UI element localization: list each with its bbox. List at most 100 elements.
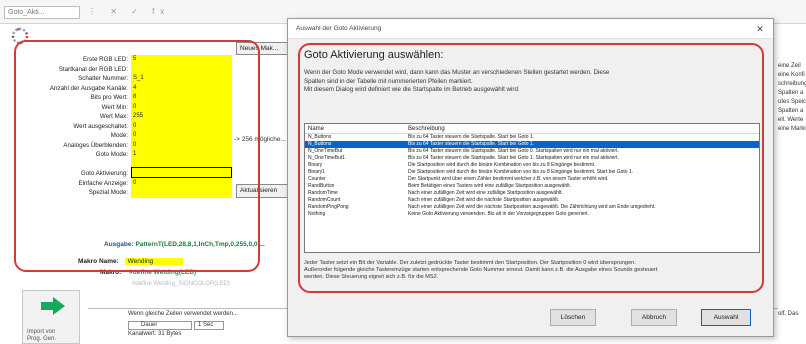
label-wert-min: Wert Min:: [101, 103, 128, 111]
aktualisieren-button[interactable]: Aktualisieren: [236, 184, 288, 198]
arrow-hint-text: -> 256 mögliche...: [234, 136, 286, 143]
led-ring-logo-icon: [11, 27, 29, 45]
dialog-heading: Goto Aktivierung auswählen:: [304, 49, 444, 61]
list-item[interactable]: Binary1 Die Startposition wird durch die …: [305, 169, 759, 176]
value-mode[interactable]: 0: [131, 131, 232, 140]
name-box[interactable]: Goto_Akti...: [4, 6, 80, 19]
value-wert-aus[interactable]: 0: [131, 122, 232, 131]
label-mode: Mode:: [110, 132, 128, 139]
value-erste-rgb-led[interactable]: 5: [131, 55, 232, 64]
goto-aktivierung-input[interactable]: [131, 167, 232, 178]
label-wert-aus: Wert ausgeschaltet:: [73, 122, 128, 130]
makro-label: Makro:: [100, 269, 122, 276]
list-item-name: N_Buttons: [308, 134, 332, 140]
column-header-name[interactable]: Name: [308, 126, 324, 132]
value-anzahl-kanaele[interactable]: 4: [131, 84, 232, 93]
right-text-bottom: olf. Das: [778, 311, 799, 317]
neues-makro-button[interactable]: Neues Mak...: [236, 42, 288, 55]
list-item-description: Der Startpunkt wird über einen Zähler be…: [408, 176, 609, 182]
select-button[interactable]: Auswahl: [701, 309, 751, 326]
dialog-title: Auswahl der Goto Aktivierung: [296, 25, 382, 32]
list-item[interactable]: RandomTime Nach einer zufälligen Zeit wir…: [305, 190, 759, 197]
label-erste-rgb-led: Erste RGB LED:: [82, 56, 128, 63]
dialog-intro: Wenn der Goto Mode verwendet wird, dann …: [304, 69, 759, 95]
list-item-description: Nach einer zufälligen Zeit wird die näch…: [408, 197, 560, 203]
list-item-description: Die Startposition wird durch die binäre …: [408, 162, 596, 168]
ausgabe-label: Ausgabe:: [104, 241, 134, 248]
value-wert-max[interactable]: 255: [131, 112, 232, 121]
table-strip-row3: Kanalwert: 31 Bytes: [128, 331, 182, 337]
column-header-description[interactable]: Beschreibung: [408, 126, 445, 132]
label-bits-pro-wert: Bits pro Wert:: [90, 94, 128, 101]
label-analog-ueberblenden: Analoges Überblenden:: [63, 141, 128, 149]
list-item[interactable]: Binary Die Startposition wird durch die b…: [305, 162, 759, 169]
delete-button[interactable]: Löschen: [550, 309, 596, 326]
makro-name-value[interactable]: Wending: [124, 258, 184, 265]
intro-line: Spalten sind in der Tabelle mit nummerie…: [304, 77, 473, 85]
goto-options-list[interactable]: Name Beschreibung N_Buttons Bis zu 64 Tas…: [304, 123, 760, 253]
import-button[interactable]: Import von Prog. Gen.: [22, 290, 80, 344]
list-item-description: Bis zu 64 Taster steuern die Startspalte…: [408, 134, 535, 140]
list-item-name: Binary: [308, 162, 323, 168]
right-text-line: eine Konfi: [778, 72, 805, 78]
list-item[interactable]: RandomPingPong Nach einer zufälligen Zeit…: [305, 204, 759, 211]
value-analog-ueberblenden[interactable]: 0: [131, 141, 232, 150]
label-goto-mode: Goto Mode:: [95, 151, 128, 158]
value-wert-min[interactable]: 0: [131, 103, 232, 112]
list-rows: N_Buttons Bis zu 64 Taster steuern die St…: [305, 134, 759, 218]
list-item-name: N_Buttons: [308, 141, 332, 147]
list-item-description: Bis zu 64 Taster steuern die Startspalte…: [408, 148, 619, 154]
value-goto-mode[interactable]: 1: [131, 150, 232, 159]
list-item-description: Beim Betätigen eines Tasters wird eine z…: [408, 183, 572, 189]
ausgabe-row: Ausgabe: PatternT(LED,28,8,1,InCh,Tmp,0,…: [104, 241, 265, 248]
list-item[interactable]: N_Buttons Bis zu 64 Taster steuern die St…: [305, 141, 759, 148]
formula-bar-icons[interactable]: ⋮ ✕ ✓ fx: [88, 7, 170, 16]
makro-row: Makro: #define Welding(LED): [100, 269, 196, 276]
list-item-name: Counter: [308, 176, 326, 182]
import-label-line1: Import von: [27, 329, 56, 335]
intro-line: Wenn der Goto Mode verwendet wird, dann …: [304, 69, 610, 76]
table-strip-dauer[interactable]: Dauer: [128, 321, 192, 330]
list-item[interactable]: N_Buttons Bis zu 64 Taster steuern die St…: [305, 134, 759, 141]
list-item-name: RandomTime: [308, 190, 338, 196]
list-item-name: RandomCount: [308, 197, 341, 203]
list-item[interactable]: N_OneTimeBut1 Bis zu 64 Taster steuern di…: [305, 155, 759, 162]
import-arrow-icon: [41, 297, 65, 315]
list-item-description: Die Startposition wird durch die binäre …: [408, 169, 634, 175]
foot-line: werden. Diese Steuerung eignet sich z.B.…: [304, 274, 439, 280]
list-item-description: Keine Goto Aktivierung verwenden. Bis al…: [408, 211, 589, 217]
list-item[interactable]: N_OneTimeBut Bis zu 64 Taster steuern die…: [305, 148, 759, 155]
label-goto-aktivierung: Goto Aktivierung:: [80, 170, 128, 177]
list-item-name: Binary1: [308, 169, 325, 175]
right-text-line: utes Speic: [778, 99, 806, 105]
list-item-name: RandButton: [308, 183, 335, 189]
value-bits-pro-wert[interactable]: 8: [131, 93, 232, 102]
cancel-button[interactable]: Abbruch: [631, 309, 677, 326]
table-strip-row1: Wenn gleiche Zeilen verwendet werden...: [128, 311, 238, 317]
label-schalter-nummer: Schalter Nummer:: [78, 75, 128, 82]
makro-value: #define Welding(LED): [129, 269, 197, 276]
list-item-description: Nach einer zufälligen Zeit wird die näch…: [408, 204, 656, 210]
list-header: Name Beschreibung: [305, 124, 759, 134]
right-text-line: eine Zeil: [778, 63, 801, 69]
value-spezial-mode[interactable]: [131, 188, 232, 197]
close-icon[interactable]: ✕: [753, 22, 767, 36]
dialog-titlebar[interactable]: Auswahl der Goto Aktivierung ✕: [288, 19, 773, 39]
list-item[interactable]: RandomCount Nach einer zufälligen Zeit wi…: [305, 197, 759, 204]
right-text-line: Spalten a: [778, 108, 804, 114]
right-text-line: schreibung: [778, 81, 806, 87]
table-strip-sec[interactable]: 1 Sec: [194, 321, 224, 330]
list-item[interactable]: Counter Der Startpunkt wird über einen Zä…: [305, 176, 759, 183]
ausgabe-value: PatternT(LED,28,8,1,InCh,Tmp,0,255,0,0,.…: [135, 241, 265, 248]
list-item[interactable]: RandButton Beim Betätigen eines Tasters w…: [305, 183, 759, 190]
value-schalter-nummer[interactable]: S_1: [131, 74, 232, 83]
list-item-name: N_OneTimeBut1: [308, 155, 346, 161]
foot-line: Jeder Taster setzt ein Bit der Variable.…: [304, 260, 636, 266]
value-startkanal[interactable]: [131, 65, 232, 74]
label-spezial-mode: Spezial Mode:: [88, 189, 128, 196]
value-einfache-anzeige[interactable]: 0: [131, 179, 232, 188]
makro-name-label: Makro Name:: [78, 258, 119, 265]
intro-line: Mit diesem Dialog wird definiert wie die…: [304, 86, 520, 93]
right-text-line: Spalten a: [778, 90, 804, 96]
list-item[interactable]: Nothing Keine Goto Aktivierung verwenden.…: [305, 211, 759, 218]
